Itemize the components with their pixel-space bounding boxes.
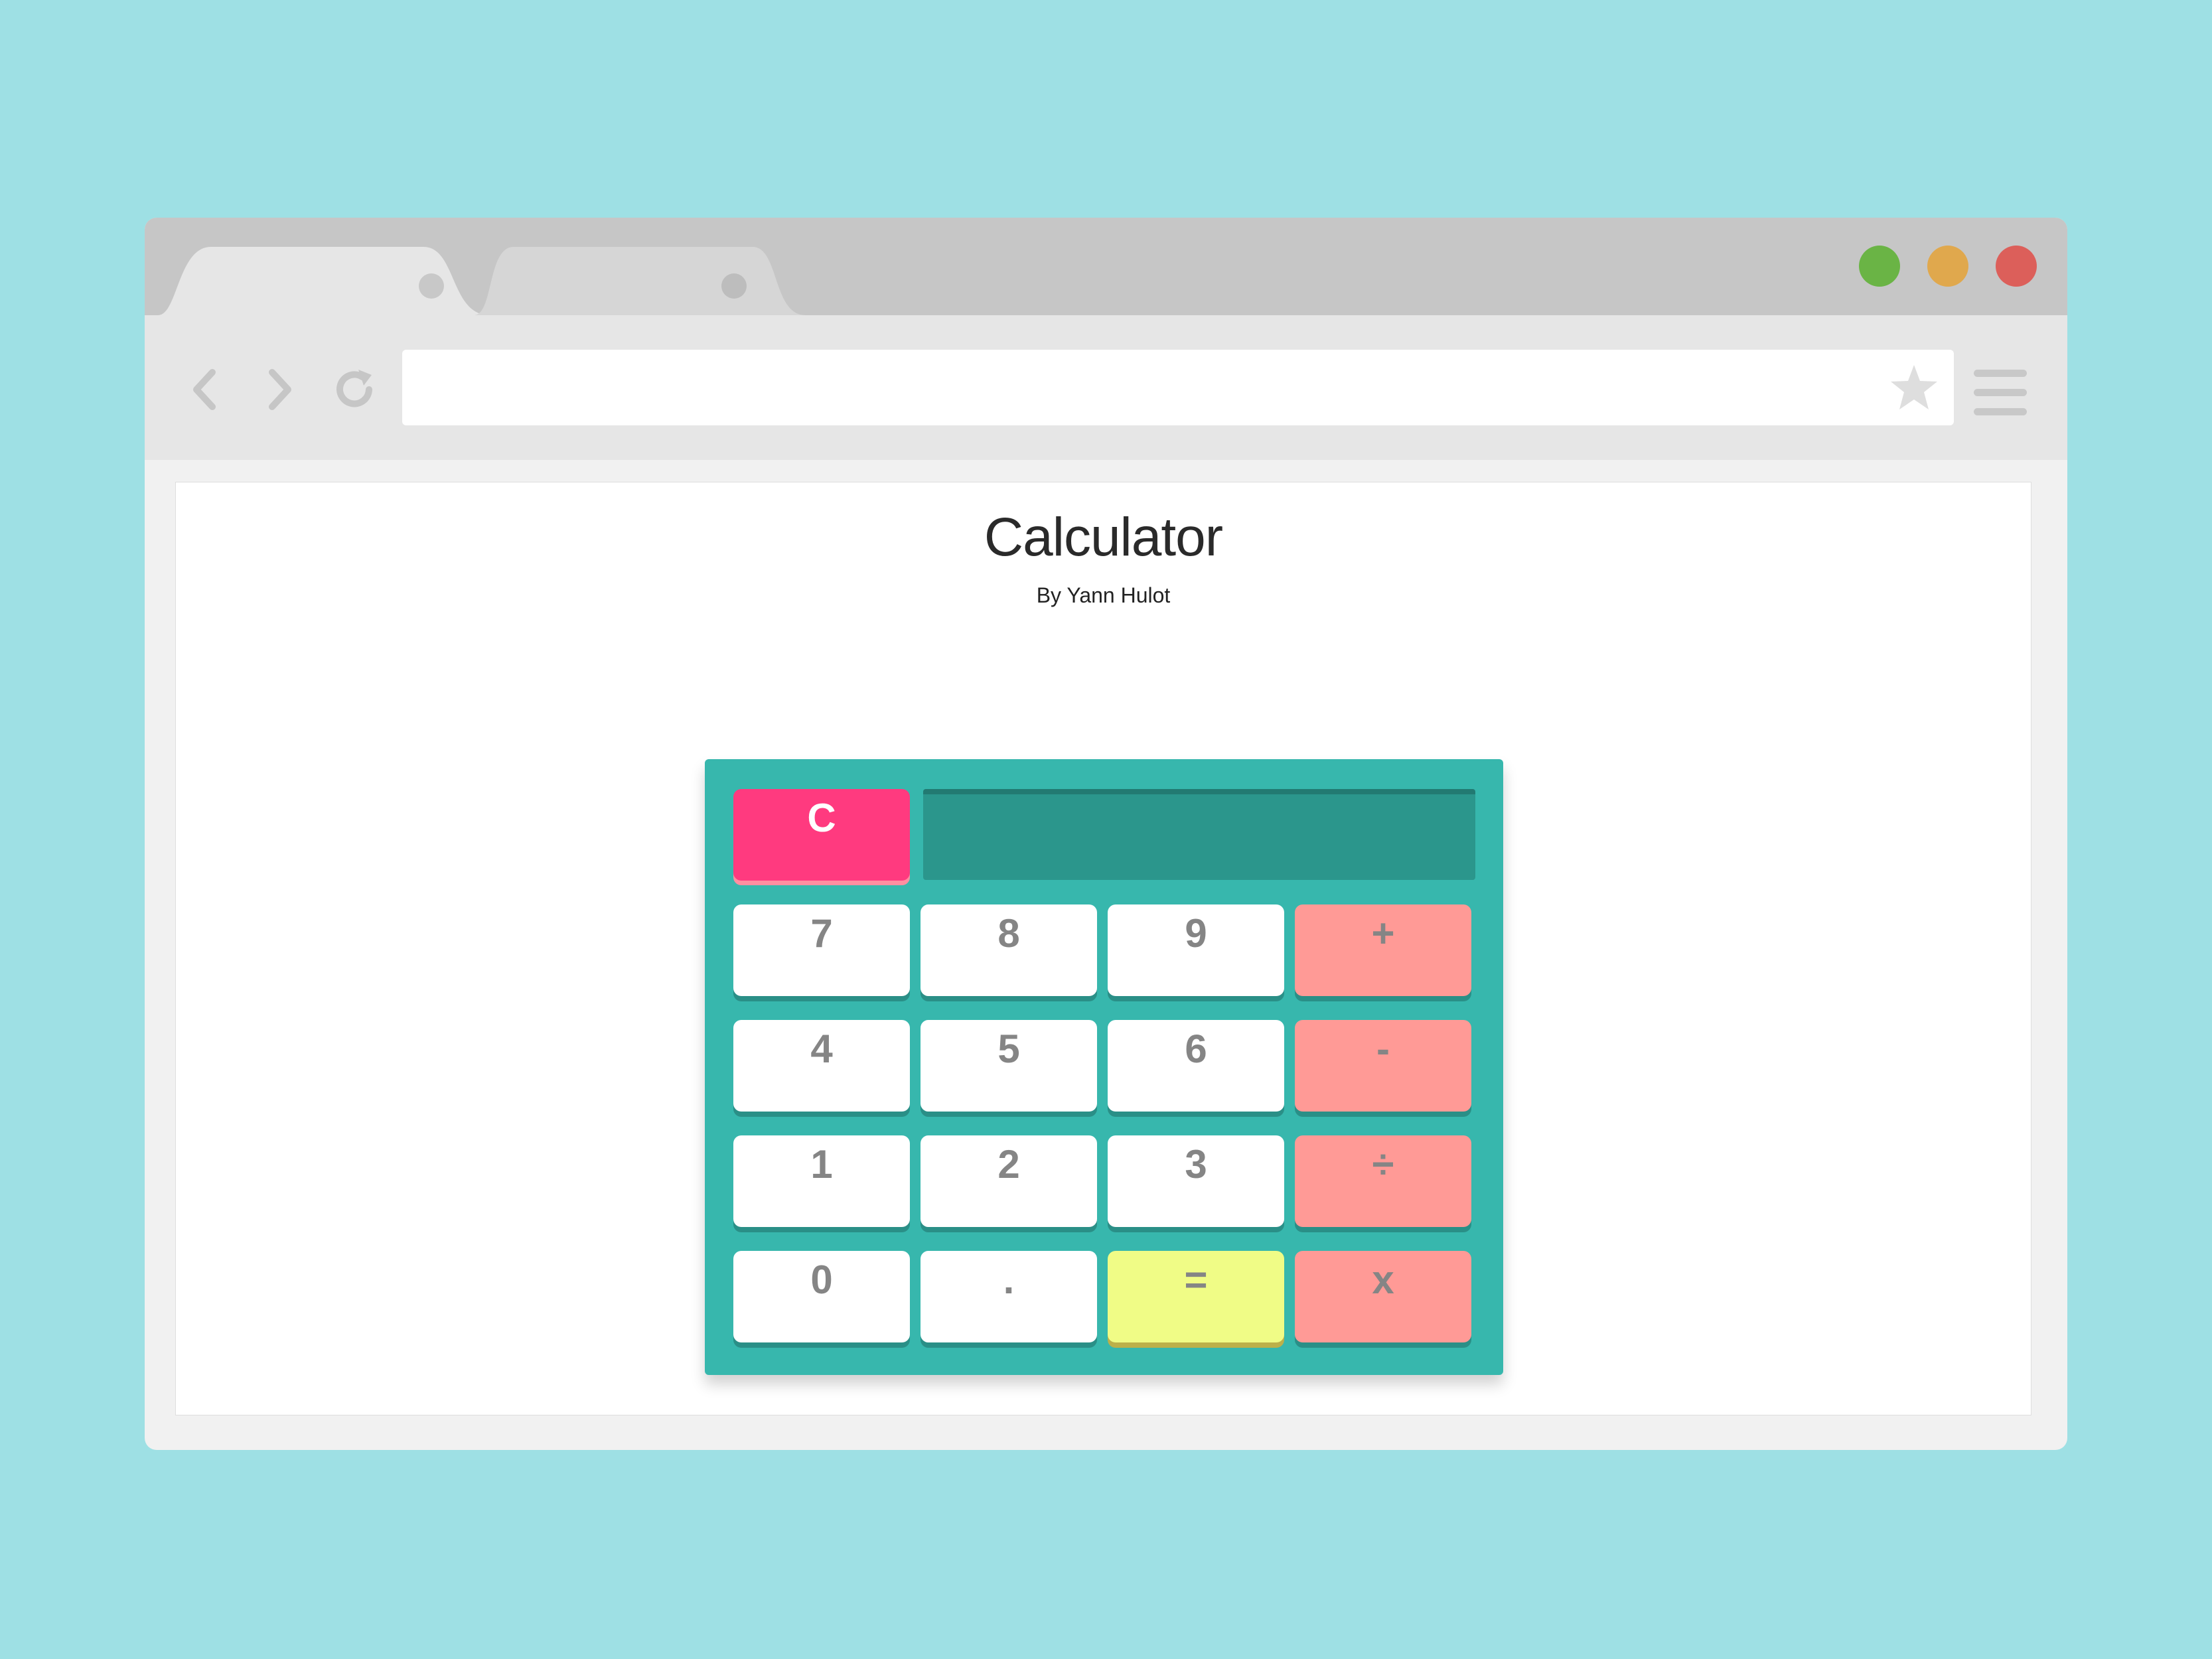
browser-toolbar [145,315,2067,460]
add-button[interactable]: + [1295,904,1471,996]
key-0[interactable]: 0 [733,1251,910,1342]
tab-bar [145,218,2067,315]
page-title: Calculator [984,507,1223,567]
page-author: By Yann Hulot [1036,583,1171,607]
decimal-button[interactable]: . [921,1251,1097,1342]
key-5[interactable]: 5 [921,1020,1097,1112]
star-icon[interactable] [1887,361,1941,414]
key-1[interactable]: 1 [733,1135,910,1227]
divide-button[interactable]: ÷ [1295,1135,1471,1227]
reload-icon[interactable] [328,363,381,416]
key-2[interactable]: 2 [921,1135,1097,1227]
key-3[interactable]: 3 [1108,1135,1284,1227]
clear-button[interactable]: C [733,789,910,881]
calculator: C 7 8 9 + 4 5 6 - 1 2 3 ÷ 0 . = x [705,759,1503,1375]
key-4[interactable]: 4 [733,1020,910,1112]
hamburger-menu-icon[interactable] [1974,370,2027,416]
page-viewport: Calculator By Yann Hulot C 7 8 9 + 4 5 6… [175,482,2031,1415]
tab-active[interactable] [158,247,490,315]
multiply-button[interactable]: x [1295,1251,1471,1342]
key-9[interactable]: 9 [1108,904,1284,996]
back-arrow-icon[interactable] [179,363,232,416]
key-7[interactable]: 7 [733,904,910,996]
close-button[interactable] [1996,246,2037,287]
address-input[interactable] [402,350,1862,425]
forward-arrow-icon[interactable] [252,363,305,416]
tab-close-icon[interactable] [721,273,747,299]
key-8[interactable]: 8 [921,904,1097,996]
tab-close-icon[interactable] [419,273,444,299]
equals-button[interactable]: = [1108,1251,1284,1342]
key-6[interactable]: 6 [1108,1020,1284,1112]
browser-window: Calculator By Yann Hulot C 7 8 9 + 4 5 6… [145,218,2067,1450]
minimize-button[interactable] [1927,246,1968,287]
subtract-button[interactable]: - [1295,1020,1471,1112]
address-bar[interactable] [402,350,1954,425]
calculator-display [923,789,1475,880]
tab-inactive[interactable] [474,247,806,315]
maximize-button[interactable] [1859,246,1900,287]
